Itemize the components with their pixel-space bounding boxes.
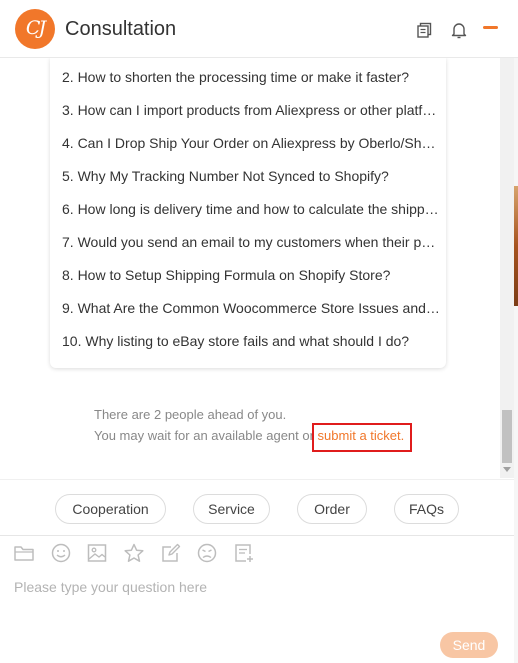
queue-hint-text: You may wait for an available agent or	[94, 428, 318, 443]
faq-item[interactable]: 3. How can I import products from Aliexp…	[62, 101, 440, 119]
faq-item[interactable]: 7. Would you send an email to my custome…	[62, 233, 440, 251]
queue-status: There are 2 people ahead of you.	[94, 407, 287, 422]
folder-icon[interactable]	[13, 542, 35, 564]
quick-reply-order[interactable]: Order	[297, 494, 367, 524]
send-button[interactable]: Send	[440, 632, 498, 658]
submit-ticket-link[interactable]: submit a ticket.	[318, 428, 405, 443]
minimize-icon[interactable]	[483, 26, 498, 29]
faq-item[interactable]: 6. How long is delivery time and how to …	[62, 200, 440, 218]
quick-replies: Cooperation Service Order FAQs	[0, 479, 514, 536]
faq-item[interactable]: 10. Why listing to eBay store fails and …	[62, 332, 440, 350]
window-copy-icon[interactable]	[416, 21, 434, 39]
faq-item[interactable]: 4. Can I Drop Ship Your Order on Aliexpr…	[62, 134, 440, 152]
background-fragment	[514, 186, 518, 306]
quick-reply-cooperation[interactable]: Cooperation	[55, 494, 166, 524]
faq-item[interactable]: 8. How to Setup Shipping Formula on Shop…	[62, 266, 440, 284]
page-title: Consultation	[65, 18, 177, 40]
faq-item[interactable]: 2. How to shorten the processing time or…	[62, 68, 440, 86]
question-input[interactable]	[14, 576, 494, 598]
faq-item[interactable]: 5. Why My Tracking Number Not Synced to …	[62, 167, 440, 185]
background-edge	[514, 58, 518, 663]
cj-logo: CJ	[15, 9, 55, 49]
star-icon[interactable]	[123, 542, 145, 564]
logo-text: CJ	[25, 17, 46, 39]
quick-reply-faqs[interactable]: FAQs	[394, 494, 459, 524]
form-add-icon[interactable]	[233, 542, 255, 564]
edit-icon[interactable]	[160, 542, 182, 564]
quick-reply-service[interactable]: Service	[193, 494, 270, 524]
frown-icon[interactable]	[196, 542, 218, 564]
faq-card: 2. How to shorten the processing time or…	[50, 58, 446, 368]
faq-item[interactable]: 9. What Are the Common Woocommerce Store…	[62, 299, 440, 317]
emoji-icon[interactable]	[50, 542, 72, 564]
chat-header: CJ Consultation	[0, 0, 518, 58]
scroll-down-arrow-icon[interactable]	[503, 467, 511, 472]
chat-messages: 2. How to shorten the processing time or…	[0, 58, 514, 479]
composer-toolbar	[0, 542, 514, 570]
scrollbar-thumb[interactable]	[502, 410, 512, 463]
queue-hint: You may wait for an available agent or s…	[94, 428, 404, 444]
bell-icon[interactable]	[450, 21, 468, 39]
image-icon[interactable]	[86, 542, 108, 564]
